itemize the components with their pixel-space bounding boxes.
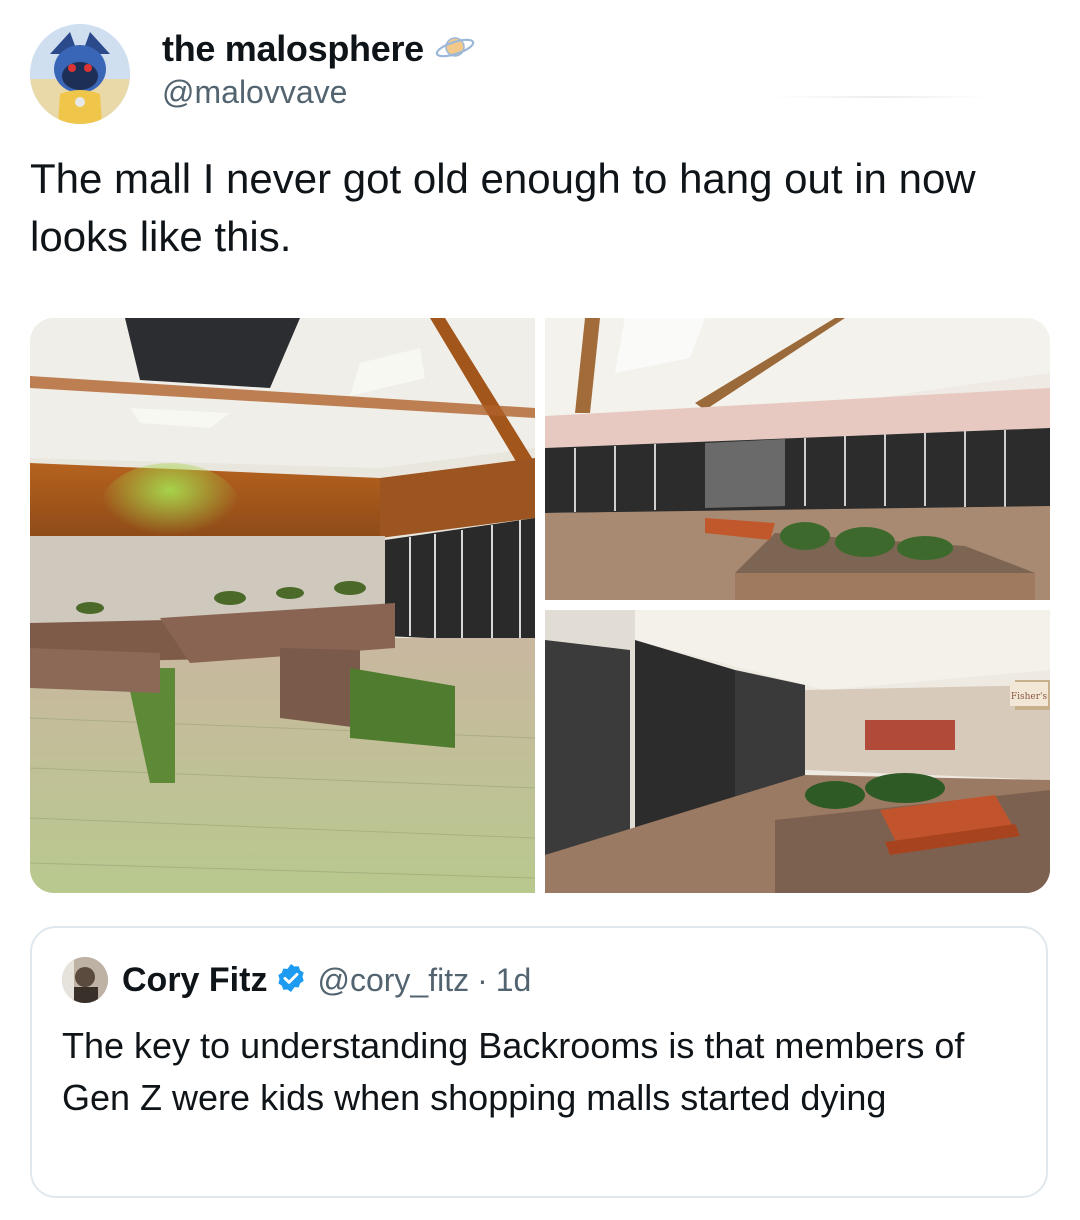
tweet-text: The mall I never got old enough to hang … bbox=[30, 155, 976, 260]
media-photo-1[interactable] bbox=[30, 318, 535, 893]
tweet-header: the malosphere @malovvave bbox=[30, 24, 1050, 124]
author-avatar[interactable] bbox=[30, 24, 130, 124]
author-names: the malosphere @malovvave bbox=[162, 28, 476, 111]
media-photo-2[interactable] bbox=[545, 318, 1050, 600]
media-grid: Fisher's bbox=[30, 318, 1050, 893]
author-display-name[interactable]: the malosphere bbox=[162, 28, 424, 70]
planet-icon bbox=[434, 32, 476, 67]
quoted-tweet-text: The key to understanding Backrooms is th… bbox=[62, 1025, 965, 1118]
divider bbox=[770, 96, 990, 98]
verified-badge-icon bbox=[275, 962, 307, 999]
author-handle[interactable]: @malovvave bbox=[162, 74, 476, 111]
quoted-tweet[interactable]: Cory Fitz @cory_fitz · 1d The key to und… bbox=[30, 926, 1048, 1198]
media-photo-3[interactable]: Fisher's bbox=[545, 610, 1050, 893]
quoted-timestamp[interactable]: 1d bbox=[496, 962, 532, 999]
quoted-author-display-name[interactable]: Cory Fitz bbox=[122, 961, 267, 1000]
quoted-author-handle[interactable]: @cory_fitz bbox=[317, 962, 469, 999]
store-sign: Fisher's bbox=[1011, 692, 1048, 702]
quoted-tweet-header: Cory Fitz @cory_fitz · 1d bbox=[62, 957, 532, 1003]
quoted-author-avatar[interactable] bbox=[62, 957, 108, 1003]
separator-dot: · bbox=[477, 961, 488, 998]
